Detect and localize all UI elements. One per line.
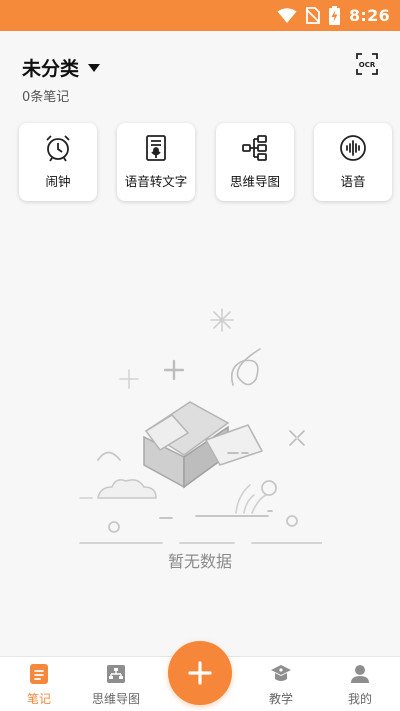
tool-card-label: 思维导图 [229,174,280,189]
teaching-icon [270,663,292,685]
nav-item-mind-map[interactable]: 思维导图 [88,657,144,711]
battery-charging-icon [329,6,340,25]
tool-card-voice[interactable]: 语音 [314,123,392,201]
ocr-scan-button[interactable]: OCR [355,52,379,76]
add-note-button[interactable] [168,641,232,705]
tool-card-label: 语音转文字 [124,174,188,189]
nav-label: 我的 [347,692,372,706]
nav-item-profile[interactable]: 我的 [340,657,380,711]
tool-cards: 闹钟 语音转文字 思维导图 语音 [19,123,392,201]
voice-to-text-icon [142,134,170,162]
svg-text:OCR: OCR [359,61,376,69]
nav-label: 思维导图 [91,692,140,706]
tool-card-mind-map[interactable]: 思维导图 [216,123,294,201]
status-time: 8:26 [349,6,390,25]
note-icon [28,663,50,685]
empty-box-illustration [78,305,323,545]
profile-icon [349,663,371,685]
wifi-icon [277,7,297,24]
note-count: 0条笔记 [22,90,70,105]
tool-card-label: 闹钟 [45,174,71,189]
nav-item-teaching[interactable]: 教学 [262,657,300,711]
category-title: 未分类 [22,58,80,80]
mind-map-icon [241,134,269,162]
voice-icon [339,134,367,162]
alarm-clock-icon [44,134,72,162]
tool-card-voice-to-text[interactable]: 语音转文字 [117,123,195,201]
caret-down-icon [88,63,101,72]
mind-map-icon [105,663,127,685]
status-bar: 8:26 [0,0,400,31]
category-selector[interactable]: 未分类 [22,54,101,81]
plus-icon [188,661,212,685]
empty-state-text: 暂无数据 [167,552,232,571]
ocr-scan-icon: OCR [356,53,378,75]
tool-card-alarm[interactable]: 闹钟 [19,123,97,201]
tool-card-label: 语音 [340,174,366,189]
nav-item-notes[interactable]: 笔记 [18,657,60,711]
nav-label: 教学 [268,692,293,706]
no-sim-icon [306,7,320,24]
nav-label: 笔记 [26,692,51,706]
